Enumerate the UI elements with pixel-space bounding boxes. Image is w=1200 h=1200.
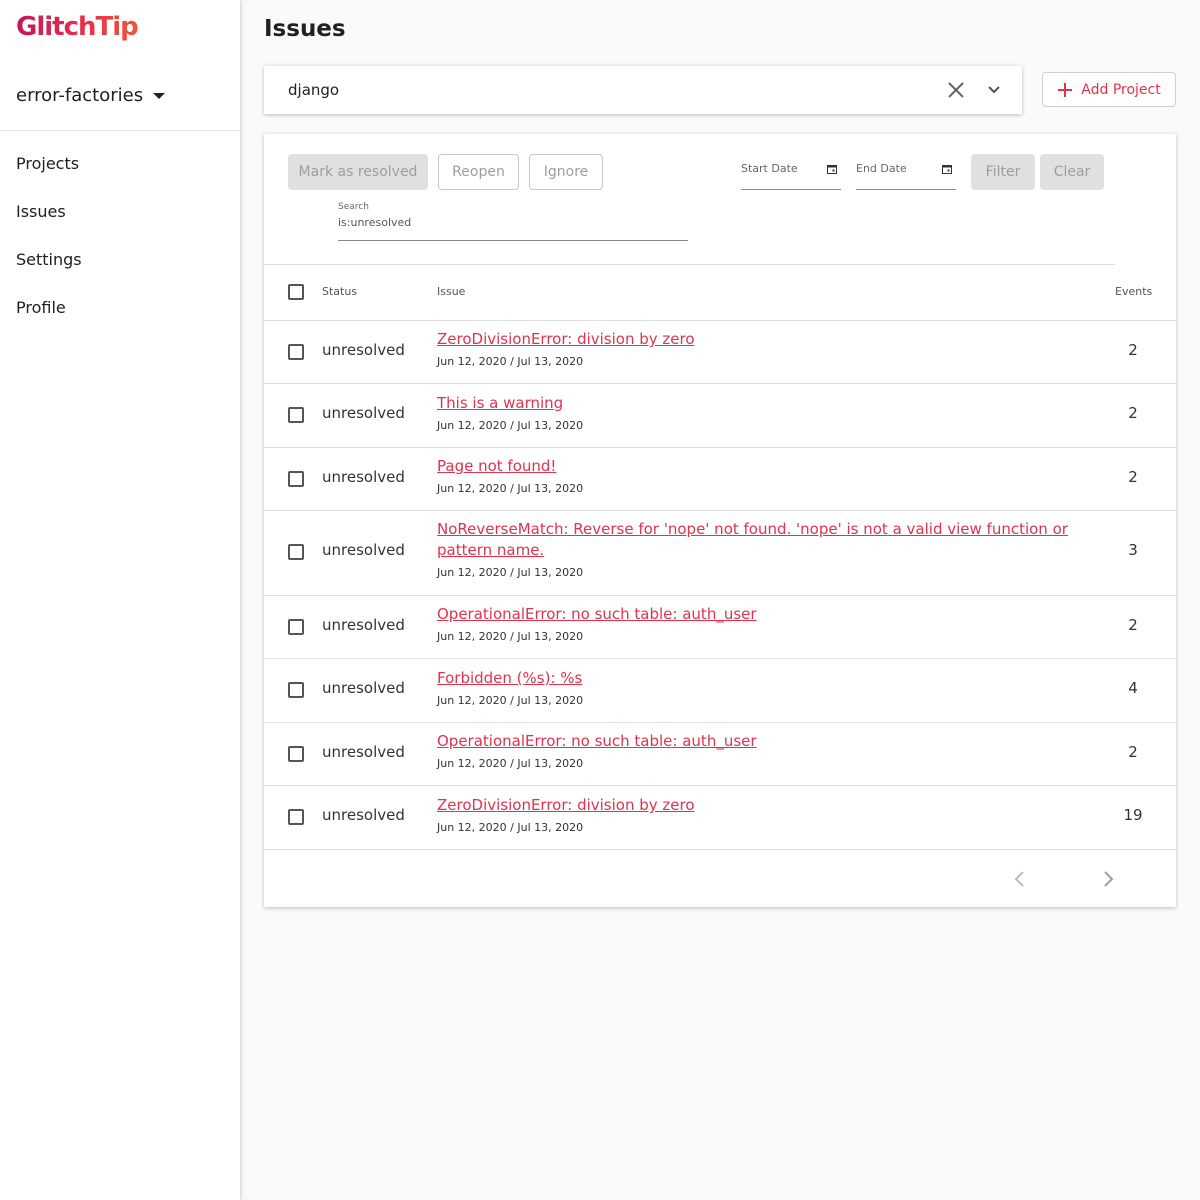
issue-dates: Jun 12, 2020 / Jul 13, 2020: [437, 630, 584, 643]
table-row: unresolved OperationalError: no such tab…: [264, 723, 1176, 786]
search-input[interactable]: [338, 216, 678, 229]
row-checkbox[interactable]: [288, 746, 304, 762]
sidebar-item-settings[interactable]: Settings: [0, 235, 240, 283]
glitchtip-logo[interactable]: GlitchTip: [16, 12, 139, 42]
issue-dates: Jun 12, 2020 / Jul 13, 2020: [437, 757, 584, 770]
issue-link[interactable]: NoReverseMatch: Reverse for 'nope' not f…: [437, 519, 1117, 561]
status-column-header: Status: [322, 285, 358, 298]
issue-link[interactable]: Forbidden (%s): %s: [437, 668, 1117, 689]
events-count: 19: [1123, 806, 1143, 824]
issue-dates: Jun 12, 2020 / Jul 13, 2020: [437, 482, 584, 495]
org-name: error-factories: [16, 84, 144, 106]
caret-down-icon: [153, 93, 166, 99]
table-row: unresolved ZeroDivisionError: division b…: [264, 321, 1176, 384]
search-label: Search: [338, 202, 369, 212]
issues-card: Mark as resolved Reopen Ignore Start Dat…: [264, 134, 1176, 907]
chevron-right-icon[interactable]: [1096, 867, 1120, 891]
events-count: 3: [1128, 541, 1138, 559]
clear-button[interactable]: Clear: [1040, 154, 1104, 190]
issue-link[interactable]: OperationalError: no such table: auth_us…: [437, 604, 1117, 625]
sidebar-divider: [0, 130, 240, 131]
project-select-value: django: [288, 81, 340, 99]
row-checkbox[interactable]: [288, 809, 304, 825]
sidebar-item-projects[interactable]: Projects: [0, 139, 240, 187]
project-select[interactable]: django: [264, 66, 1022, 114]
status-text: unresolved: [322, 468, 405, 486]
row-checkbox[interactable]: [288, 407, 304, 423]
table-row: unresolved NoReverseMatch: Reverse for '…: [264, 511, 1176, 596]
table-header: Status Issue Events: [264, 265, 1176, 321]
events-count: 2: [1128, 468, 1138, 486]
row-checkbox[interactable]: [288, 544, 304, 560]
events-count: 2: [1128, 341, 1138, 359]
table-row: unresolved Page not found! Jun 12, 2020 …: [264, 448, 1176, 511]
row-checkbox[interactable]: [288, 682, 304, 698]
sidebar-nav: Projects Issues Settings Profile: [0, 139, 240, 331]
plus-icon: [1058, 82, 1073, 97]
select-all-checkbox[interactable]: [288, 284, 304, 300]
start-date-field[interactable]: Start Date: [741, 156, 841, 190]
table-row: unresolved ZeroDivisionError: division b…: [264, 786, 1176, 850]
issue-dates: Jun 12, 2020 / Jul 13, 2020: [437, 694, 584, 707]
calendar-icon[interactable]: [942, 164, 952, 174]
issue-dates: Jun 12, 2020 / Jul 13, 2020: [437, 821, 584, 834]
status-text: unresolved: [322, 679, 405, 697]
status-text: unresolved: [322, 541, 405, 559]
sidebar: GlitchTip error-factories Projects Issue…: [0, 0, 240, 1200]
issue-link[interactable]: Page not found!: [437, 456, 1117, 477]
status-text: unresolved: [322, 404, 405, 422]
chevron-down-icon[interactable]: [984, 80, 1004, 100]
issue-dates: Jun 12, 2020 / Jul 13, 2020: [437, 419, 584, 432]
filter-button[interactable]: Filter: [971, 154, 1035, 190]
events-count: 2: [1128, 743, 1138, 761]
ignore-button[interactable]: Ignore: [529, 154, 603, 190]
events-column-header: Events: [1115, 285, 1153, 298]
page-title: Issues: [264, 16, 346, 42]
events-count: 2: [1128, 616, 1138, 634]
reopen-button[interactable]: Reopen: [438, 154, 519, 190]
status-text: unresolved: [322, 743, 405, 761]
calendar-icon[interactable]: [827, 164, 837, 174]
status-text: unresolved: [322, 806, 405, 824]
sidebar-item-profile[interactable]: Profile: [0, 283, 240, 331]
events-count: 4: [1128, 679, 1138, 697]
events-count: 2: [1128, 404, 1138, 422]
sidebar-item-issues[interactable]: Issues: [0, 187, 240, 235]
end-date-label: End Date: [856, 162, 907, 175]
chevron-left-icon[interactable]: [1008, 867, 1032, 891]
row-checkbox[interactable]: [288, 471, 304, 487]
start-date-label: Start Date: [741, 162, 798, 175]
table-row: unresolved OperationalError: no such tab…: [264, 596, 1176, 659]
table-row: unresolved This is a warning Jun 12, 202…: [264, 384, 1176, 448]
table-row: unresolved Forbidden (%s): %s Jun 12, 20…: [264, 659, 1176, 723]
org-switcher[interactable]: error-factories: [16, 82, 166, 108]
issue-link[interactable]: ZeroDivisionError: division by zero: [437, 329, 1117, 350]
add-project-button[interactable]: Add Project: [1042, 72, 1176, 107]
add-project-label: Add Project: [1081, 81, 1161, 98]
search-field[interactable]: Search: [338, 202, 688, 241]
row-checkbox[interactable]: [288, 344, 304, 360]
issue-dates: Jun 12, 2020 / Jul 13, 2020: [437, 355, 584, 368]
mark-resolved-button[interactable]: Mark as resolved: [288, 154, 428, 190]
issue-link[interactable]: ZeroDivisionError: division by zero: [437, 795, 1117, 816]
status-text: unresolved: [322, 341, 405, 359]
issue-link[interactable]: OperationalError: no such table: auth_us…: [437, 731, 1117, 752]
row-checkbox[interactable]: [288, 619, 304, 635]
end-date-field[interactable]: End Date: [856, 156, 956, 190]
issue-column-header: Issue: [437, 285, 466, 298]
close-icon[interactable]: [944, 78, 968, 102]
issue-dates: Jun 12, 2020 / Jul 13, 2020: [437, 566, 584, 579]
issue-link[interactable]: This is a warning: [437, 393, 1117, 414]
status-text: unresolved: [322, 616, 405, 634]
